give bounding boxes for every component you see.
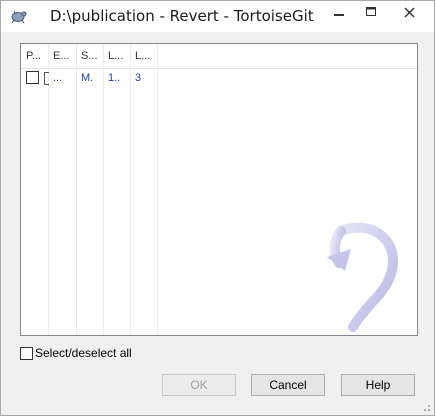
resize-grip-icon[interactable] [421,402,431,412]
table-row[interactable]: ... M. 1.. 3 [21,69,417,87]
select-all-checkbox[interactable]: Select/deselect all [20,346,132,360]
column-header-status[interactable]: S... [76,44,103,69]
row-checkbox[interactable] [26,71,39,84]
select-all-label: Select/deselect all [35,346,132,360]
column-header-lines-added[interactable]: L... [103,44,130,69]
column-divider [48,44,49,335]
revert-dialog: D:\publication - Revert - TortoiseGit P.… [0,0,435,416]
column-header-lines-removed[interactable]: L... [130,44,157,69]
cancel-button[interactable]: Cancel [251,374,325,396]
minimize-icon [334,14,344,16]
close-icon [403,6,415,18]
tortoisegit-icon [11,10,27,24]
minimize-button[interactable] [321,1,357,23]
window-title: D:\publication - Revert - TortoiseGit [50,7,314,25]
column-divider [157,44,158,335]
maximize-button[interactable] [353,1,389,23]
column-divider [76,44,77,335]
maximize-icon [366,7,376,16]
title-bar[interactable]: D:\publication - Revert - TortoiseGit [1,1,434,32]
list-header: P... E... S... L... L... [21,44,417,69]
checkbox-box[interactable] [20,346,33,360]
ok-button[interactable]: OK [162,374,236,396]
file-list[interactable]: P... E... S... L... L... ... M. 1.. 3 [20,43,418,336]
revert-arrow-watermark [327,222,398,332]
row-status: M. [81,72,94,84]
row-extension: ... [53,72,63,84]
column-divider [103,44,104,335]
column-divider [130,44,131,335]
close-button[interactable] [386,1,432,23]
column-header-extension[interactable]: E... [48,44,76,69]
row-lines-removed: 3 [135,72,142,84]
column-header-path[interactable]: P... [21,44,48,69]
row-lines-added: 1.. [108,72,121,84]
help-button[interactable]: Help [341,374,415,396]
